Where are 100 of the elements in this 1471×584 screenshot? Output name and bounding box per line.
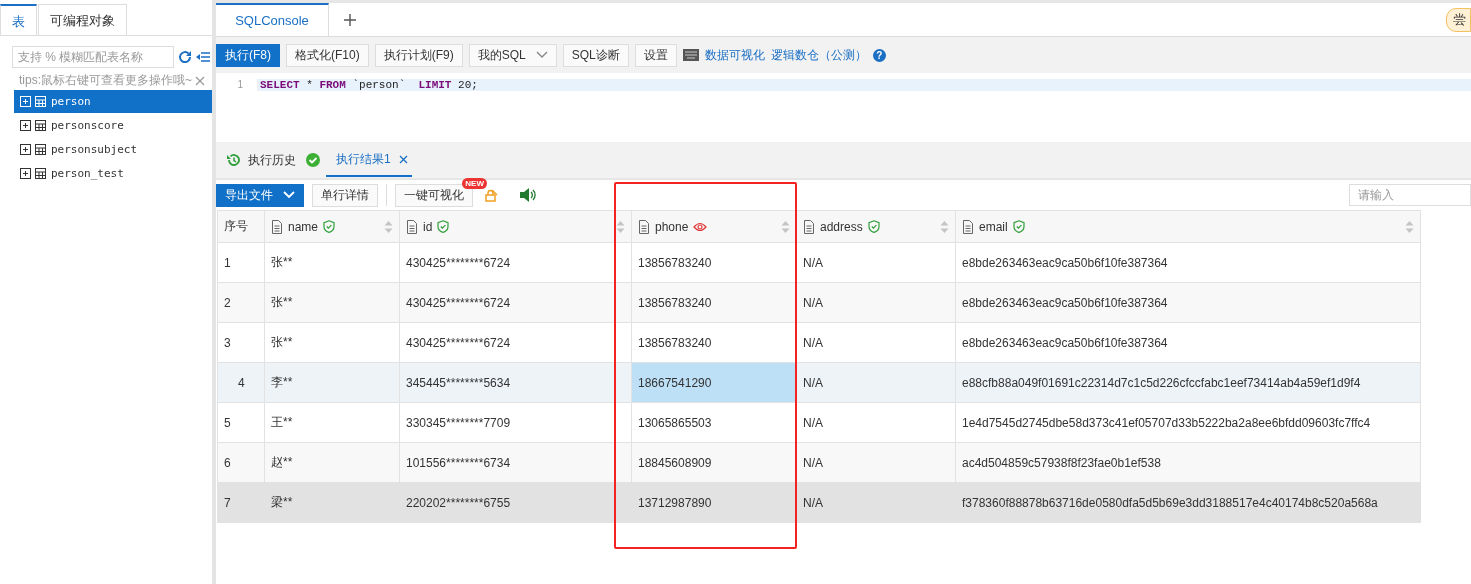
table-cell: 张** (264, 282, 400, 323)
sort-icon (781, 219, 790, 234)
table-cell: 1e4d7545d2745dbe58d373c41ef05707d33b5222ba2a8ee6bfdd09603fc7ffc4 (955, 402, 1421, 443)
sidebar-tab[interactable]: 表 (0, 4, 37, 35)
expand-icon (20, 96, 31, 107)
column-header[interactable]: phone (631, 210, 797, 243)
line-number: 1 (216, 79, 258, 91)
collapse-list-icon (196, 51, 210, 63)
lock-icon (485, 188, 499, 202)
table-icon (35, 96, 46, 107)
document-icon (271, 219, 283, 234)
column-header[interactable]: name (264, 210, 400, 243)
table-cell: N/A (796, 442, 956, 483)
expand-icon (20, 120, 31, 131)
filter-field[interactable]: 请输入 (1349, 184, 1471, 206)
table-cell: 王** (264, 402, 400, 443)
table-cell: N/A (796, 402, 956, 443)
table-name: personsubject (51, 143, 138, 156)
column-name: email (979, 219, 1008, 234)
toolbar-link[interactable]: 数据可视化 (704, 46, 765, 64)
table-list-item[interactable]: person (14, 90, 212, 113)
table-cell: N/A (796, 362, 956, 403)
toolbar-button[interactable]: 我的SQL (468, 43, 557, 67)
table-cell: 赵** (264, 442, 400, 483)
toolbar-link[interactable]: 逻辑数仓（公测） (770, 46, 867, 64)
close-icon (398, 154, 408, 164)
chevron-down-icon (535, 51, 548, 59)
result-tab[interactable]: 执行结果1 (326, 143, 412, 177)
document-icon (638, 219, 650, 234)
toolbar-button[interactable]: 执行计划(F9) (374, 43, 463, 67)
column-header[interactable]: 序号 (217, 210, 265, 243)
toolbar-button[interactable]: 设置 (634, 43, 677, 67)
table-cell: e88cfb88a049f01691c22314d7c1c5d226cfccfabc1eef73414ab4a59ef1d9f4 (955, 362, 1421, 403)
expand-icon (20, 144, 31, 155)
toolbar-button[interactable]: 执行(F8) (216, 43, 280, 67)
column-header[interactable]: email (955, 210, 1421, 243)
export-button[interactable]: 导出文件 (216, 183, 304, 207)
table-name: person_test (51, 167, 124, 180)
table-list-item[interactable]: personsubject (14, 138, 212, 161)
close-icon (195, 75, 205, 86)
row-number: 1 (217, 242, 265, 283)
row-detail-button[interactable]: 单行详情 (312, 183, 378, 207)
column-name: phone (655, 219, 689, 234)
table-cell: 345445********5634 (399, 362, 632, 403)
add-icon (343, 12, 357, 27)
row-number: 4 (217, 362, 265, 403)
table-list-item[interactable]: personscore (14, 114, 212, 137)
table-cell: e8bde263463eac9ca50b6f10fe387364 (955, 282, 1421, 323)
sort-icon (384, 219, 393, 234)
table-cell: 13712987890 (631, 482, 797, 523)
document-icon (803, 219, 815, 234)
table-cell: N/A (796, 282, 956, 323)
table-cell: 13856783240 (631, 282, 797, 323)
trial-badge[interactable]: 尝 (1446, 7, 1471, 32)
table-icon (35, 120, 46, 131)
column-header[interactable]: id (399, 210, 632, 243)
column-name: address (820, 219, 863, 234)
table-cell: N/A (796, 482, 956, 523)
column-header[interactable]: address (796, 210, 956, 243)
document-icon (406, 219, 418, 234)
toolbar-button[interactable]: SQL诊断 (562, 43, 629, 67)
row-number: 2 (217, 282, 265, 323)
sort-icon (616, 219, 625, 234)
table-cell: 101556********6734 (399, 442, 632, 483)
toolbar-button[interactable]: 格式化(F10) (286, 43, 369, 67)
table-cell: 18667541290 (631, 362, 797, 403)
code-line: SELECT* FROM `person` LIMIT 20; (259, 79, 478, 91)
table-icon (35, 144, 46, 155)
table-cell: 430425********6724 (399, 282, 632, 323)
table-cell: e8bde263463eac9ca50b6f10fe387364 (955, 242, 1421, 283)
search-field[interactable]: 支持 % 模糊匹配表名称 (12, 46, 174, 68)
table-cell: 李** (264, 362, 400, 403)
history-icon (226, 153, 240, 167)
table-cell: ac4d504859c57938f8f23fae0b1ef538 (955, 442, 1421, 483)
table-cell: 330345********7709 (399, 402, 632, 443)
keyboard-icon (682, 49, 699, 61)
table-name: person (51, 95, 91, 108)
tip-text: tips:鼠标右键可查看更多操作哦~ (19, 72, 192, 89)
expand-icon (20, 168, 31, 179)
table-cell: 430425********6724 (399, 322, 632, 363)
row-number: 3 (217, 322, 265, 363)
result-tab[interactable]: 执行历史 (222, 143, 300, 177)
table-name: personscore (51, 119, 124, 132)
row-number: 6 (217, 442, 265, 483)
chevron-down-icon (283, 191, 295, 199)
table-cell: 张** (264, 242, 400, 283)
table-cell: 张** (264, 322, 400, 363)
table-cell: N/A (796, 322, 956, 363)
table-cell: 220202********6755 (399, 482, 632, 523)
success-icon (306, 153, 320, 167)
column-name: name (288, 219, 319, 234)
table-cell: e8bde263463eac9ca50b6f10fe387364 (955, 322, 1421, 363)
row-number: 5 (217, 402, 265, 443)
table-cell: N/A (796, 242, 956, 283)
table-list-item[interactable]: person_test (14, 162, 212, 185)
help-button[interactable]: ? (872, 48, 886, 62)
sidebar-tab[interactable]: 可编程对象 (38, 4, 127, 35)
table-cell: 梁** (264, 482, 400, 523)
document-icon (962, 219, 974, 234)
table-cell: f378360f88878b63716de0580dfa5d5b69e3dd3188517e4c40174b8c520a568a (955, 482, 1421, 523)
